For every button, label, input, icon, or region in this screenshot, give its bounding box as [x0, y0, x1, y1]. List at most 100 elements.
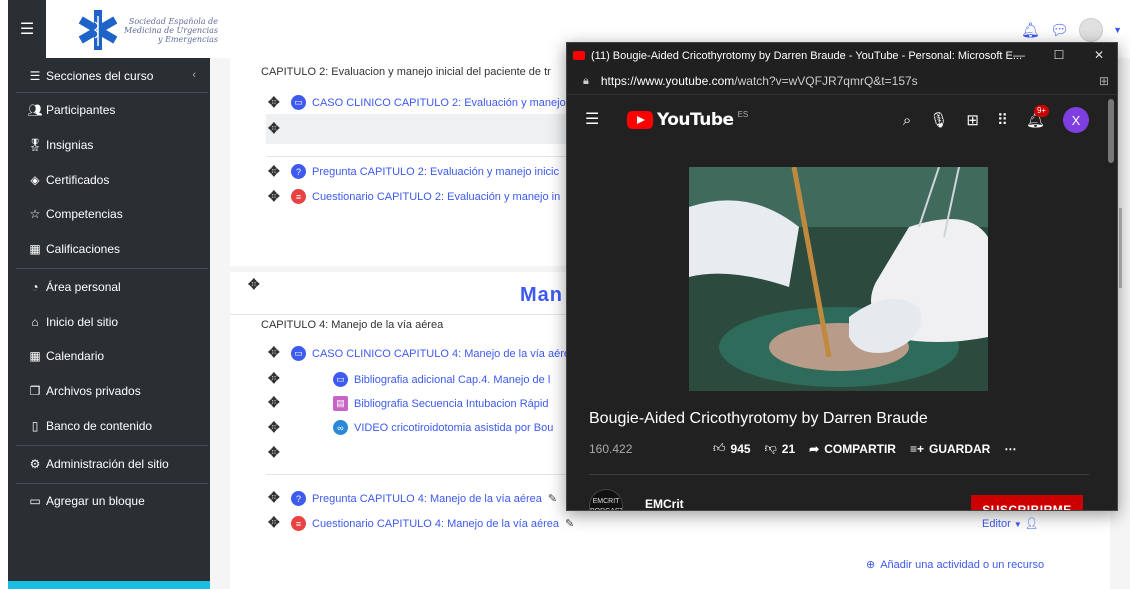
activity-link[interactable]: ≡ Cuestionario CAPITULO 2: Evaluación y … [291, 189, 560, 204]
video-frame-image [689, 167, 988, 391]
channel-avatar[interactable]: EMCRIT PODCAST [589, 489, 623, 510]
share-button[interactable]: ➦ COMPARTIR [809, 442, 896, 456]
sidebar-item-label: Área personal [46, 280, 121, 294]
quiz-icon: ≡ [291, 516, 306, 531]
chevron-down-icon[interactable]: ▼ [1113, 25, 1122, 35]
messages-icon[interactable]: 💬︎ [1050, 21, 1069, 39]
url-text[interactable]: https://www.youtube.com/watch?v=wVQFJR7q… [601, 74, 918, 88]
channel-name[interactable]: EMCrit [645, 497, 684, 510]
microphone-icon[interactable]: 🎙︎ [929, 111, 948, 129]
activity-link[interactable]: ▭ Bibliografia adicional Cap.4. Manejo d… [333, 372, 550, 387]
sidebar-item-label: Competencias [46, 207, 123, 221]
notification-bell-icon[interactable]: 🔔︎ [1021, 21, 1040, 39]
more-options-icon[interactable]: ⋯ [1004, 442, 1016, 456]
sidebar-item-inicio[interactable]: ⌂ Inicio del sitio [28, 315, 118, 329]
scrollbar[interactable] [1119, 208, 1122, 288]
activity-link[interactable]: ∞ VIDEO cricotiroidotomia asistida por B… [333, 420, 553, 435]
clipboard-icon: ▯ [31, 419, 39, 433]
video-player[interactable] [689, 167, 988, 391]
window-title: (11) Bougie-Aided Cricothyrotomy by Darr… [591, 49, 1023, 62]
sidebar-item-competencias[interactable]: ☆ Competencias [28, 207, 123, 221]
activity-link[interactable]: ? Pregunta CAPITULO 4: Manejo de la vía … [291, 491, 557, 506]
divider [16, 92, 208, 93]
site-logo[interactable]: Sociedad Española de Medicina de Urgenci… [76, 6, 226, 54]
move-icon[interactable]: ✥ [268, 370, 280, 387]
move-icon[interactable]: ✥ [268, 188, 280, 205]
youtube-play-icon [627, 111, 653, 129]
like-count: 945 [730, 441, 751, 456]
screen: ☰ Sociedad Española de Medicina de Urgen… [0, 0, 1130, 589]
close-icon[interactable]: ✕ [1079, 43, 1117, 68]
subscribe-button[interactable]: SUSCRIBIRME [971, 495, 1083, 510]
window-titlebar[interactable]: (11) Bougie-Aided Cricothyrotomy by Darr… [567, 43, 1117, 68]
move-icon[interactable]: ✥ [268, 394, 280, 411]
activity-link[interactable]: ▤ Bibliografia Secuencia Intubacion Rápi… [333, 396, 548, 411]
share-arrow-icon: ➦ [809, 441, 820, 456]
divider [266, 156, 566, 157]
url-host: https://www.youtube.com [600, 74, 735, 88]
folder-icon: ▭ [29, 494, 41, 508]
sidebar-item-certificados[interactable]: ◈ Certificados [28, 173, 109, 187]
youtube-logo[interactable]: YouTube ES [627, 110, 748, 130]
sidebar-item-label: Calificaciones [46, 242, 121, 256]
youtube-scrollbar[interactable] [1108, 99, 1114, 163]
move-icon[interactable]: ✥ [268, 163, 280, 180]
move-icon[interactable]: ✥ [268, 344, 280, 361]
move-icon[interactable]: ✥ [268, 444, 280, 461]
create-video-icon[interactable]: ⊞ [966, 111, 979, 129]
move-icon[interactable]: ✥ [248, 276, 260, 293]
sidebar-item-area-personal[interactable]: ◔ Área personal [28, 280, 121, 294]
move-icon[interactable]: ✥ [268, 419, 280, 436]
table-icon: ▦ [29, 242, 41, 256]
user-avatar[interactable] [1079, 18, 1104, 42]
sidebar-item-archivos[interactable]: ❐ Archivos privados [28, 384, 141, 398]
hamburger-menu-button[interactable]: ☰ [8, 0, 46, 58]
sidebar-item-secciones[interactable]: ☰ Secciones del curso [28, 69, 154, 83]
sidebar-item-label: Administración del sitio [46, 457, 169, 471]
like-button[interactable]: 👍︎ 945 [713, 441, 751, 456]
divider [266, 474, 566, 475]
address-bar[interactable]: 🔒︎ https://www.youtube.com/watch?v=wVQFJ… [567, 68, 1117, 95]
sidebar-item-label: Calendario [46, 349, 105, 363]
sidebar-item-agregar-bloque[interactable]: ▭ Agregar un bloque [28, 494, 144, 508]
edit-pencil-icon[interactable]: ✎ [548, 492, 557, 505]
move-icon[interactable]: ✥ [268, 120, 280, 137]
activity-label: CASO CLINICO CAPITULO 4: Manejo de la ví… [312, 347, 570, 360]
sidebar-item-label: Participantes [46, 103, 116, 117]
sidebar-item-banco[interactable]: ▯ Banco de contenido [28, 419, 152, 433]
activity-link[interactable]: ▭ CASO CLINICO CAPITULO 4: Manejo de la … [291, 346, 570, 361]
sidebar-item-administracion[interactable]: ⚙︎ Administración del sitio [28, 457, 169, 471]
account-avatar[interactable]: X [1063, 107, 1089, 133]
minimize-icon[interactable]: — [999, 43, 1039, 68]
move-icon[interactable]: ✥ [268, 489, 280, 506]
app-available-icon[interactable]: ⊞ [1099, 74, 1109, 88]
sidebar-item-insignias[interactable]: 🎖︎ Insignias [27, 138, 93, 152]
dashboard-icon: ◔ [31, 280, 39, 294]
sidebar-item-calendario[interactable]: ▦ Calendario [28, 349, 104, 363]
add-activity-link[interactable]: ⊕ Añadir una actividad o un recurso [866, 558, 1044, 572]
youtube-menu-icon[interactable]: ☰ [585, 109, 599, 129]
edit-pencil-icon[interactable]: ✎ [565, 517, 574, 530]
window-controls: — ☐ ✕ [999, 43, 1117, 68]
save-button[interactable]: ≡+ GUARDAR [910, 442, 990, 456]
sidebar-item-calificaciones[interactable]: ▦ Calificaciones [28, 242, 120, 256]
certificate-icon: ◈ [30, 173, 40, 187]
page-icon: ▭ [291, 95, 306, 110]
page-icon: ▭ [333, 372, 348, 387]
maximize-icon[interactable]: ☐ [1039, 43, 1079, 68]
chevron-left-icon[interactable]: ‹ [192, 69, 196, 81]
activity-label: Pregunta CAPITULO 2: Evaluación y manejo… [312, 165, 560, 178]
activity-link[interactable]: ≡ Cuestionario CAPITULO 4: Manejo de la … [291, 516, 574, 531]
notifications-bell-icon[interactable]: 🔔︎ 9+ [1026, 105, 1050, 129]
move-icon[interactable]: ✥ [268, 514, 280, 531]
youtube-header: ☰ YouTube ES ⌕ 🎙︎ ⊞ ⠿ 🔔︎ 9+ X [567, 95, 1117, 145]
activity-link[interactable]: ▭ CASO CLINICO CAPITULO 2: Evaluación y … [291, 95, 566, 110]
activity-link[interactable]: ? Pregunta CAPITULO 2: Evaluación y mane… [291, 164, 559, 179]
dislike-button[interactable]: 👎︎ 21 [765, 441, 796, 456]
editor-menu-button[interactable]: Editor ▼ 👤︎ [982, 517, 1039, 530]
move-icon[interactable]: ✥ [268, 94, 280, 111]
header-icons: 🔔︎ 💬︎ ▼ [1021, 18, 1122, 42]
search-icon[interactable]: ⌕ [903, 112, 911, 129]
apps-grid-icon[interactable]: ⠿ [997, 111, 1008, 129]
sidebar-item-participantes[interactable]: 👥︎ Participantes [27, 103, 116, 117]
